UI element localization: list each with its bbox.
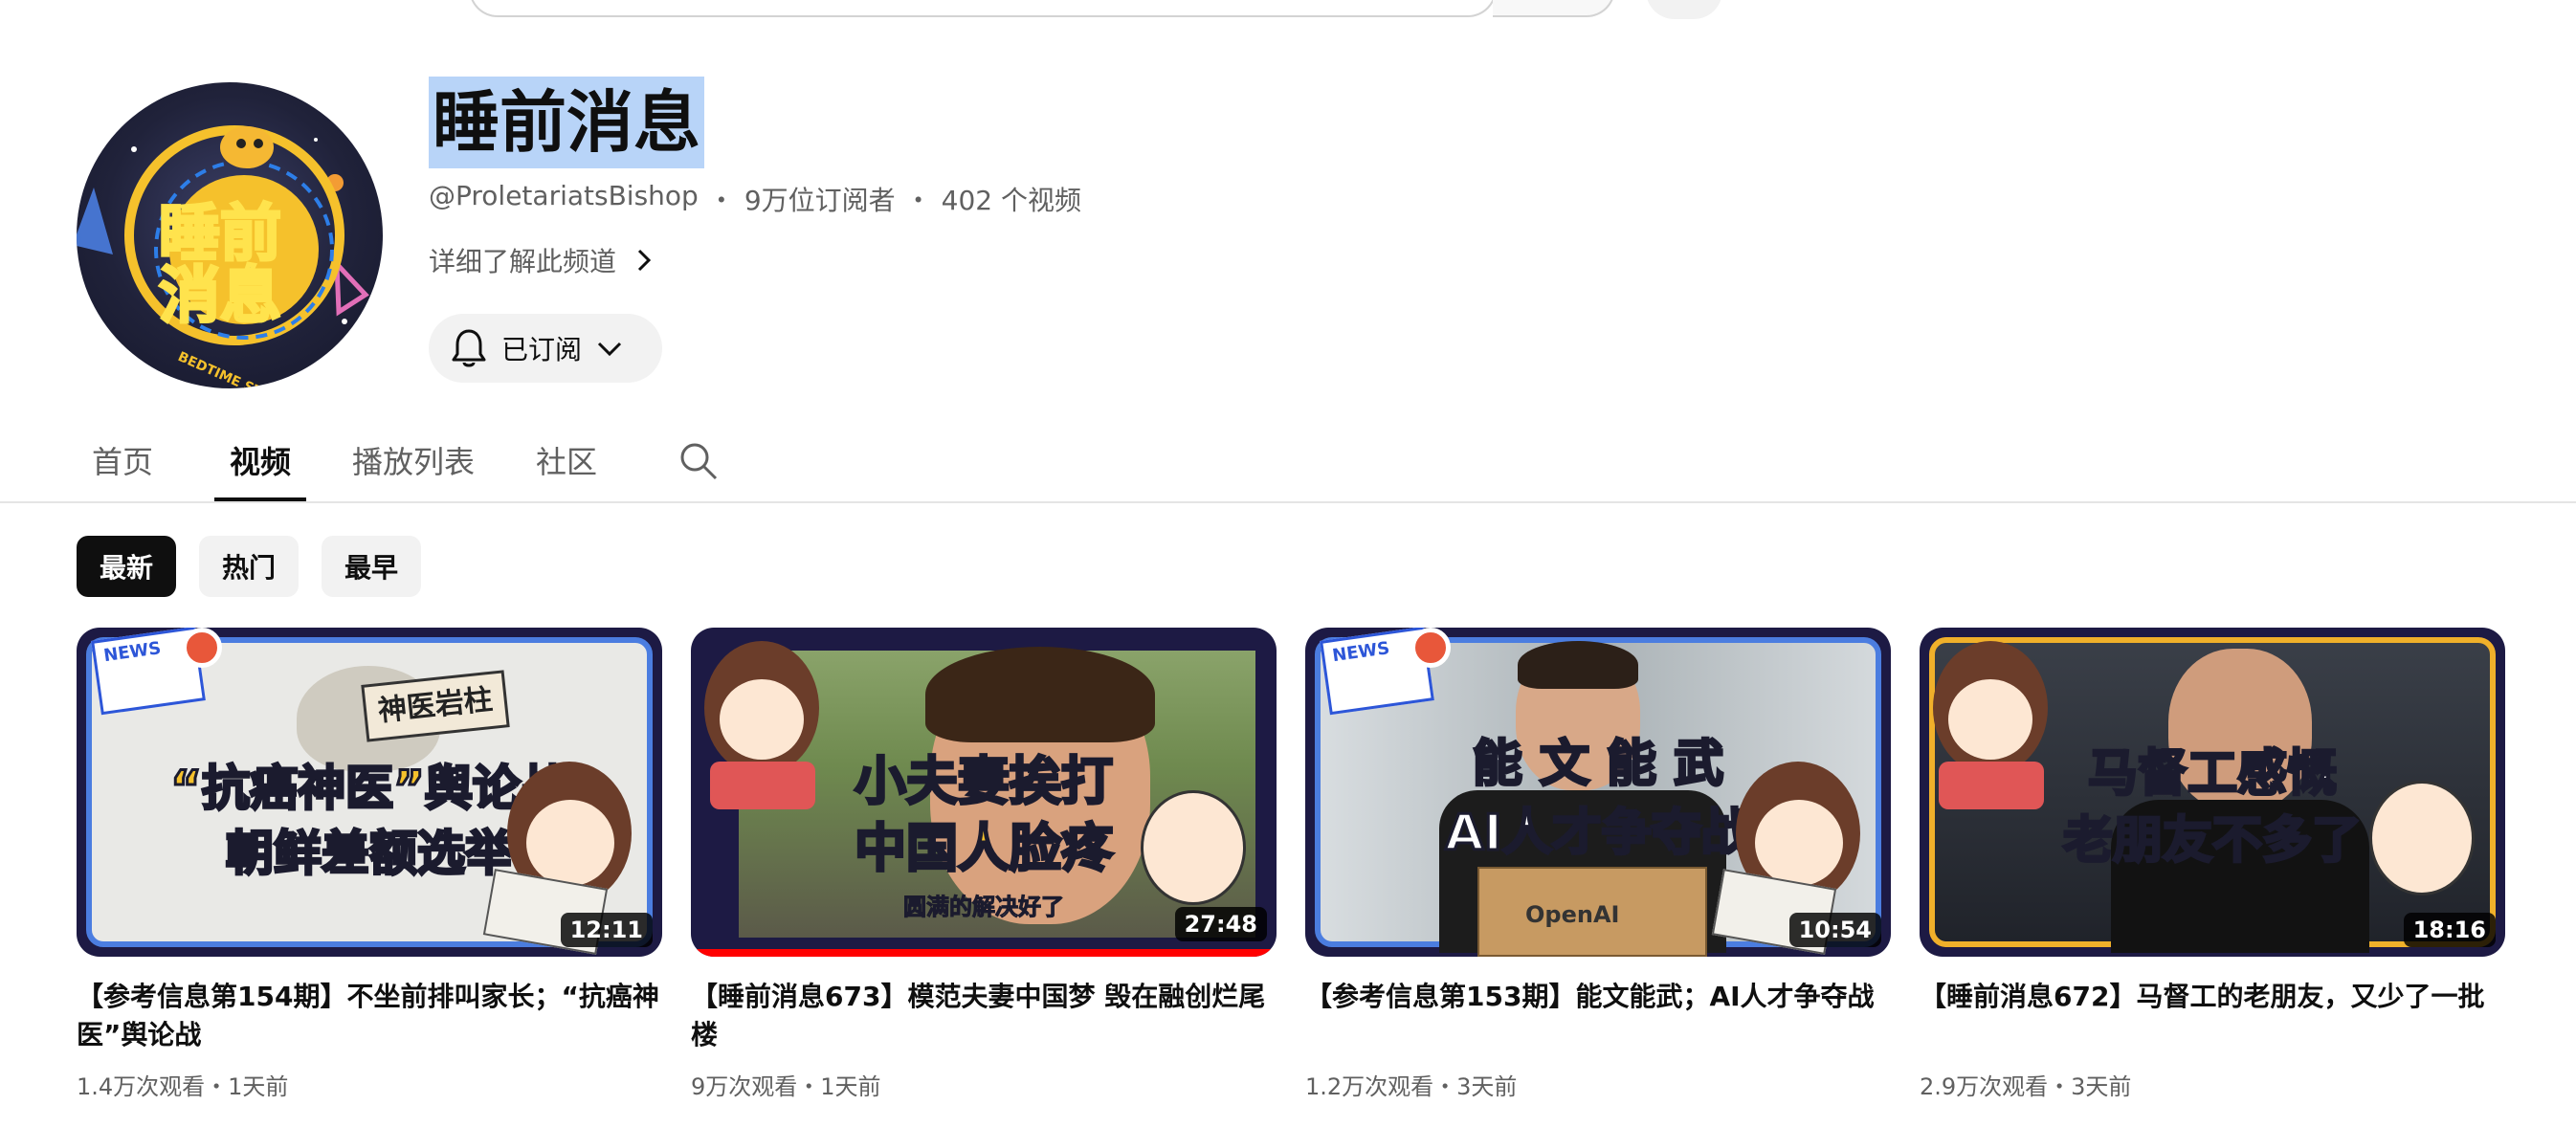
channel-search-icon[interactable] <box>676 438 722 484</box>
tab-community[interactable]: 社区 <box>536 440 597 484</box>
thumb-box-label: OpenAI <box>1525 901 1620 928</box>
video-card[interactable]: 小夫妻挨打 中国人脸疼 圆满的解决好了 27:48 【睡前消息673】模范夫妻中… <box>691 628 1277 1101</box>
channel-title: 睡前消息 <box>429 77 704 168</box>
tab-home[interactable]: 首页 <box>92 440 153 484</box>
video-card[interactable]: 神医岩柱 NEWS “抗癌神医”舆论战 朝鲜差额选举 12:11 【参考信息第1… <box>77 628 662 1101</box>
tab-playlists[interactable]: 播放列表 <box>352 440 475 484</box>
about-channel-link[interactable]: 详细了解此频道 <box>429 241 655 279</box>
search-input[interactable] <box>469 0 1497 17</box>
channel-tabs: 首页 视频 播放列表 社区 <box>0 421 2576 503</box>
video-meta: 9万次观看・1天前 <box>691 1073 881 1100</box>
video-duration: 27:48 <box>1174 907 1267 941</box>
meta-separator: ・ <box>904 185 932 216</box>
video-duration: 10:54 <box>1788 913 1881 947</box>
channel-handle[interactable]: @ProletariatsBishop <box>429 180 699 218</box>
subscribed-label: 已订阅 <box>501 334 583 365</box>
video-card[interactable]: 马督工感慨 老朋友不多了 18:16 【睡前消息672】马督工的老朋友，又少了一… <box>1920 628 2505 1101</box>
search-button[interactable] <box>1493 0 1615 17</box>
video-thumbnail[interactable]: 神医岩柱 NEWS “抗癌神医”舆论战 朝鲜差额选举 12:11 <box>77 628 662 957</box>
video-meta: 1.2万次观看・3天前 <box>1305 1073 1518 1100</box>
video-thumbnail[interactable]: 马督工感慨 老朋友不多了 18:16 <box>1920 628 2505 957</box>
about-channel-label: 详细了解此频道 <box>429 246 617 277</box>
video-meta: 2.9万次观看・3天前 <box>1920 1073 2132 1100</box>
video-title[interactable]: 【睡前消息672】马督工的老朋友，又少了一批 <box>1920 978 2505 1054</box>
avatar-text-1: 睡前 <box>159 199 281 270</box>
chip-oldest[interactable]: 最早 <box>322 536 421 597</box>
video-title[interactable]: 【参考信息第154期】不坐前排叫家长；“抗癌神医”舆论战 <box>77 978 662 1054</box>
video-meta: 1.4万次观看・1天前 <box>77 1073 289 1100</box>
meta-separator: ・ <box>707 185 735 216</box>
video-duration: 18:16 <box>2403 913 2496 947</box>
avatar-ring-text: BEDTIME STORY <box>175 349 293 388</box>
active-tab-indicator <box>214 497 306 501</box>
video-count: 402 个视频 <box>941 185 1082 216</box>
chip-latest[interactable]: 最新 <box>77 536 176 597</box>
channel-avatar: 睡前 消息 BEDTIME STORY <box>77 82 383 388</box>
video-thumbnail[interactable]: OpenAI NEWS 能 文 能 武 AI人才争夺战 10:54 <box>1305 628 1891 957</box>
avatar-logo-icon: 睡前 消息 BEDTIME STORY <box>77 125 369 388</box>
video-title[interactable]: 【睡前消息673】模范夫妻中国梦 毁在融创烂尾楼 <box>691 978 1277 1054</box>
video-duration: 12:11 <box>560 913 653 947</box>
bell-icon <box>452 329 486 367</box>
avatar-text-2: 消息 <box>159 261 281 332</box>
video-card[interactable]: OpenAI NEWS 能 文 能 武 AI人才争夺战 10:54 【参考信息第… <box>1305 628 1891 1101</box>
voice-search-button[interactable] <box>1646 0 1722 19</box>
video-title[interactable]: 【参考信息第153期】能文能武；AI人才争夺战 <box>1305 978 1891 1054</box>
watch-progress-bar <box>691 949 1277 957</box>
video-thumbnail[interactable]: 小夫妻挨打 中国人脸疼 圆满的解决好了 27:48 <box>691 628 1277 957</box>
subscriber-count: 9万位订阅者 <box>744 185 896 216</box>
channel-meta: @ProletariatsBishop ・ 9万位订阅者 ・ 402 个视频 <box>429 180 1081 218</box>
chevron-right-icon <box>637 249 652 272</box>
chip-popular[interactable]: 热门 <box>199 536 299 597</box>
chevron-down-icon <box>597 342 622 357</box>
subscribed-button[interactable]: 已订阅 <box>429 314 662 383</box>
tab-videos[interactable]: 视频 <box>230 440 291 484</box>
